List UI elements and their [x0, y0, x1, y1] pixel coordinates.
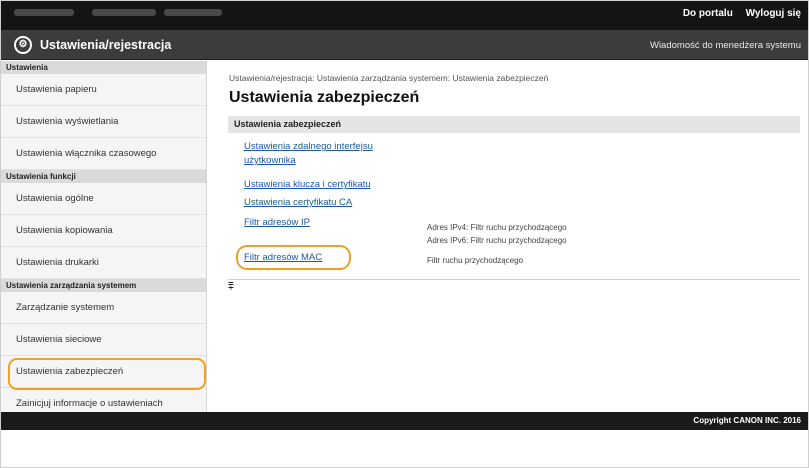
sidebar-item-paper-settings[interactable]: Ustawienia papieru — [0, 74, 206, 106]
sidebar-section-header: Ustawienia zarządzania systemem — [0, 279, 206, 292]
logout-link[interactable]: Wyloguj się — [746, 8, 801, 19]
message-to-admin-link[interactable]: Wiadomość do menedżera systemu — [650, 40, 801, 51]
sidebar-item-printer-settings[interactable]: Ustawienia drukarki — [0, 247, 206, 279]
app-title: Ustawienia/rejestracja — [40, 38, 172, 52]
mac-address-filter-link[interactable]: Filtr adresów MAC — [244, 252, 322, 263]
sidebar-item-system-management[interactable]: Zarządzanie systemem — [0, 292, 206, 324]
breadcrumb: Ustawienia/rejestracja: Ustawienia zarzą… — [229, 73, 549, 83]
title-bar: ⚙ Ustawienia/rejestracja Wiadomość do me… — [0, 30, 809, 60]
ca-certificate-settings-link[interactable]: Ustawienia certyfikatu CA — [244, 197, 352, 208]
key-certificate-settings-link[interactable]: Ustawienia klucza i certyfikatu — [244, 179, 371, 190]
sidebar-item-timer-settings[interactable]: Ustawienia włącznika czasowego — [0, 138, 206, 170]
top-links: Do portalu Wyloguj się — [673, 8, 801, 19]
divider — [228, 279, 800, 280]
mac-filter-info: Filtr ruchu przychodzącego — [427, 256, 524, 265]
sidebar-item-network-settings[interactable]: Ustawienia sieciowe — [0, 324, 206, 356]
portal-link[interactable]: Do portalu — [683, 8, 733, 19]
blurred-device-info — [164, 9, 222, 16]
ipv4-filter-info: Adres IPv4: Filtr ruchu przychodzącego — [427, 223, 567, 232]
page-title: Ustawienia zabezpieczeń — [229, 89, 420, 106]
sidebar-item-general-settings[interactable]: Ustawienia ogólne — [0, 183, 206, 215]
link-text-line: Ustawienia zdalnego interfejsu — [244, 141, 373, 152]
settings-logo-icon: ⚙ — [14, 36, 32, 54]
footer: Copyright CANON INC. 2016 — [0, 412, 809, 430]
section-header: Ustawienia zabezpieczeń — [228, 116, 800, 133]
blurred-device-info — [14, 9, 74, 16]
sidebar-item-security-settings[interactable]: Ustawienia zabezpieczeń — [0, 356, 206, 390]
top-bar: Do portalu Wyloguj się — [0, 0, 809, 30]
ipv6-filter-info: Adres IPv6: Filtr ruchu przychodzącego — [427, 236, 567, 245]
ip-address-filter-link[interactable]: Filtr adresów IP — [244, 217, 310, 228]
link-text-line: użytkownika — [244, 155, 296, 166]
remote-ui-settings-link[interactable]: Ustawienia zdalnego interfejsu użytkowni… — [244, 141, 373, 166]
blurred-device-info — [92, 9, 156, 16]
sidebar-section-header: Ustawienia funkcji — [0, 170, 206, 183]
sidebar-section-header: Ustawienia — [0, 61, 206, 74]
copyright: Copyright CANON INC. 2016 — [693, 416, 801, 425]
sidebar: Ustawienia Ustawienia papieru Ustawienia… — [0, 61, 207, 420]
sidebar-item-copy-settings[interactable]: Ustawienia kopiowania — [0, 215, 206, 247]
sidebar-item-display-settings[interactable]: Ustawienia wyświetlania — [0, 106, 206, 138]
back-to-top-icon[interactable]: ⩱ — [228, 282, 234, 293]
main-content: Ustawienia/rejestracja: Ustawienia zarzą… — [208, 61, 809, 412]
